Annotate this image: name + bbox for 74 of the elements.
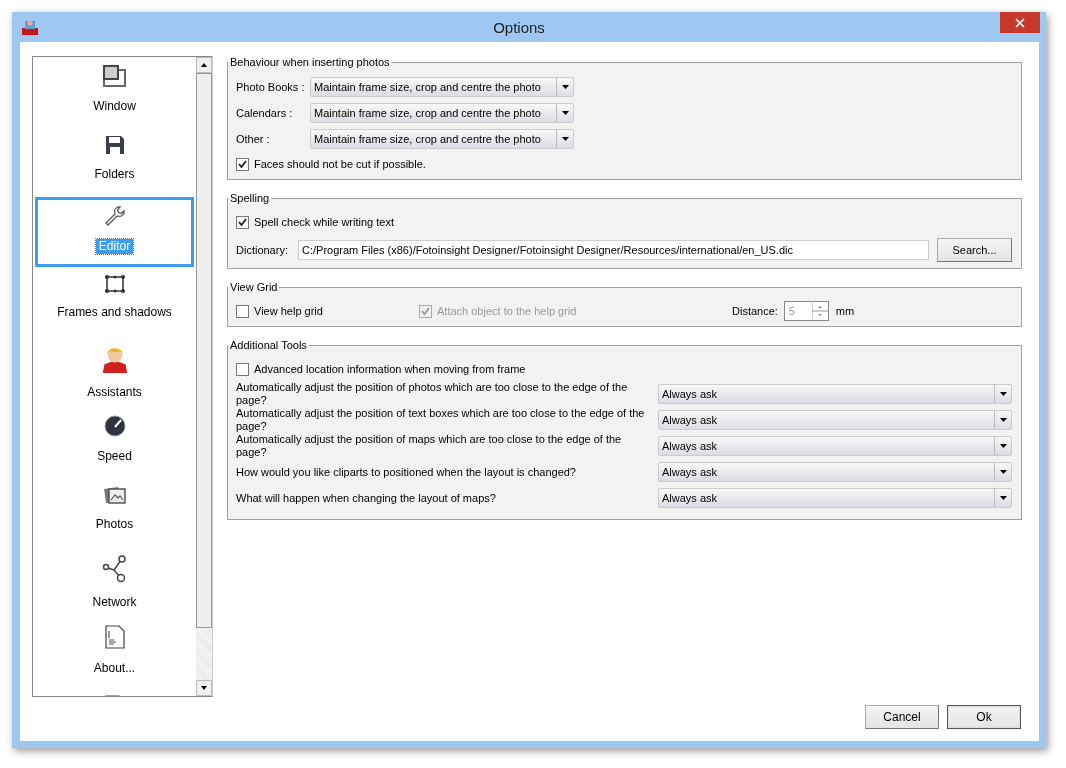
close-button[interactable] <box>1000 12 1040 33</box>
gauge-icon <box>103 415 126 437</box>
wrench-icon <box>103 205 126 227</box>
search-button[interactable]: Search... <box>937 238 1012 262</box>
category-label: Window <box>92 99 137 114</box>
category-label: Frames and shadows <box>56 305 173 320</box>
question-label: Automatically adjust the position of maps which are too close to the edge of the page? <box>236 433 623 459</box>
window-title: Options <box>492 18 546 36</box>
app-icon <box>22 19 38 35</box>
field-label: Other : <box>236 133 271 145</box>
dropdown-arrow-icon <box>999 418 1007 422</box>
dropdown[interactable]: Always ask <box>658 384 1012 404</box>
close-icon <box>1015 17 1025 28</box>
category-label: Speed <box>96 449 133 464</box>
dictionary-path-field[interactable]: C:/Program Files (x86)/Fotoinsight Designer/Fotoinsight Designer/Resources/international/en_US.dic <box>298 240 929 260</box>
category-label: Photos <box>94 517 135 532</box>
dropdown[interactable]: Maintain frame size, crop and centre the photo <box>310 103 574 123</box>
checkbox-label: Faces should not be cut if possible. <box>254 158 426 170</box>
document-icon <box>104 625 125 649</box>
field-label: Dictionary: <box>236 244 289 256</box>
unit-label: mm <box>835 305 855 317</box>
scroll-up-icon[interactable] <box>196 57 212 73</box>
checkbox-label: Advanced location information when moving from frame <box>254 363 526 375</box>
category-item[interactable]: Photos <box>35 477 194 547</box>
category-item[interactable]: Window <box>35 57 194 127</box>
frame-icon <box>104 275 125 293</box>
checkbox[interactable] <box>236 157 249 171</box>
checkbox-label: Spell check while writing text <box>254 216 394 228</box>
question-label: Automatically adjust the position of photos which are too close to the edge of the page? <box>236 381 629 407</box>
category-label: Editor <box>95 239 134 254</box>
question-label: How would you like cliparts to positioned when the layout is changed? <box>236 465 577 479</box>
checkbox[interactable] <box>236 362 249 376</box>
dropdown-arrow-icon <box>999 496 1007 500</box>
category-item[interactable]: Speed <box>35 407 194 477</box>
group-title: View Grid <box>229 281 279 293</box>
field-label: Distance: <box>732 305 778 317</box>
scroll-down-icon[interactable] <box>196 680 212 696</box>
cancel-button[interactable]: Cancel <box>865 705 939 729</box>
dropdown-arrow-icon <box>999 444 1007 448</box>
dropdown-arrow-icon <box>561 137 569 141</box>
group-title: Spelling <box>229 192 271 204</box>
field-label: Photo Books : <box>236 81 306 93</box>
dropdown[interactable]: Always ask <box>658 410 1012 430</box>
dropdown-arrow-icon <box>999 470 1007 474</box>
ok-button[interactable]: Ok <box>947 705 1021 729</box>
photos-icon <box>103 485 126 505</box>
question-label: What will happen when changing the layout of maps? <box>236 491 497 505</box>
dropdown[interactable]: Always ask <box>658 488 1012 508</box>
category-label: Folders <box>93 167 136 182</box>
dropdown-arrow-icon <box>999 392 1007 396</box>
question-label: Automatically adjust the position of text boxes which are too close to the edge of the page? <box>236 407 646 433</box>
checkbox-label: View help grid <box>254 305 323 317</box>
dropdown[interactable]: Maintain frame size, crop and centre the photo <box>310 77 574 97</box>
network-icon <box>101 555 128 583</box>
dropdown[interactable]: Maintain frame size, crop and centre the photo <box>310 129 574 149</box>
dropdown-arrow-icon <box>561 85 569 89</box>
category-item[interactable]: Network <box>35 547 194 617</box>
checkbox[interactable] <box>236 304 249 318</box>
category-label: About... <box>92 661 137 676</box>
category-item[interactable]: Frames and shadows <box>35 267 194 337</box>
category-label: Assistants <box>86 385 143 400</box>
category-label: Network <box>91 595 138 610</box>
category-item[interactable]: Folders <box>35 127 194 197</box>
window-icon <box>102 65 127 87</box>
dropdown[interactable]: Always ask <box>658 436 1012 456</box>
dropdown-arrow-icon <box>561 111 569 115</box>
category-item[interactable]: Assistants <box>35 337 194 407</box>
category-item[interactable]: About... <box>35 617 194 687</box>
checkbox[interactable] <box>236 215 249 229</box>
dropdown[interactable]: Always ask <box>658 462 1012 482</box>
field-label: Calendars : <box>236 107 294 119</box>
checkbox-label: Attach object to the help grid <box>437 305 577 317</box>
group-title: Behaviour when inserting photos <box>229 56 391 68</box>
group-title: Additional Tools <box>229 339 308 351</box>
